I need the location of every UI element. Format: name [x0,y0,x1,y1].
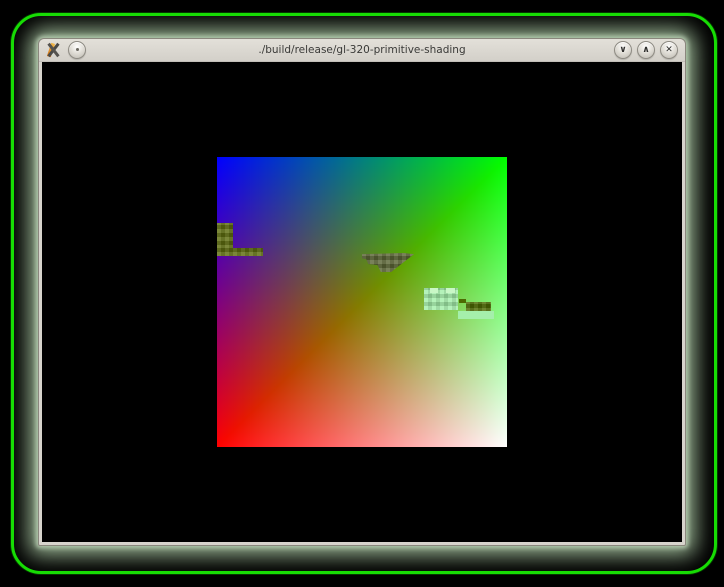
rgb-interpolated-quad [217,157,507,447]
minimize-button[interactable]: ∨ [614,41,632,59]
render-artifact-mint-highlight [430,288,438,293]
render-artifact-mint-highlight [446,288,455,293]
render-artifact-olive-nub [459,299,466,303]
window: ./build/release/gl-320-primitive-shading… [38,38,686,546]
x11-app-icon[interactable] [46,42,62,58]
desktop-background: ./build/release/gl-320-primitive-shading… [0,0,724,587]
window-menu-button[interactable] [68,41,86,59]
render-artifact-mint-strip [458,311,494,319]
close-button[interactable]: ✕ [660,41,678,59]
window-title: ./build/release/gl-320-primitive-shading [39,44,685,56]
maximize-button[interactable]: ∧ [637,41,655,59]
render-artifact-left-vertical [217,223,233,249]
render-artifact-left-bar [217,248,263,256]
opengl-viewport [42,62,682,542]
titlebar[interactable]: ./build/release/gl-320-primitive-shading… [39,39,685,62]
render-artifact-center-triangle [362,253,414,272]
window-glow-border: ./build/release/gl-320-primitive-shading… [11,13,717,574]
window-controls: ∨ ∧ ✕ [614,41,678,59]
